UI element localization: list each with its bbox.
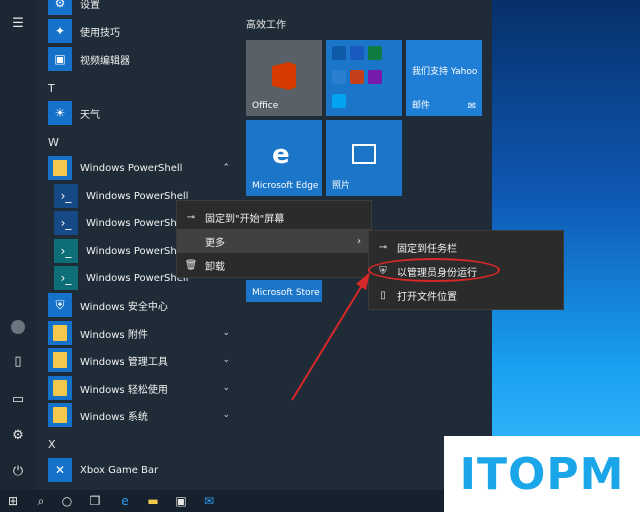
cortana-icon[interactable]: ○ — [54, 490, 80, 512]
watermark-text: ITOPM — [459, 448, 625, 500]
windows-start-icon[interactable]: ⊞ — [0, 490, 26, 512]
edge-icon[interactable]: e — [112, 490, 138, 512]
store-icon[interactable]: ▣ — [168, 490, 194, 512]
watermark: ITOPM — [444, 436, 640, 512]
search-icon[interactable]: ⌕ — [28, 490, 54, 512]
mail-icon[interactable]: ✉ — [196, 490, 222, 512]
task-view-icon[interactable]: ❐ — [82, 490, 108, 512]
file-explorer-icon[interactable]: ▬ — [140, 490, 166, 512]
